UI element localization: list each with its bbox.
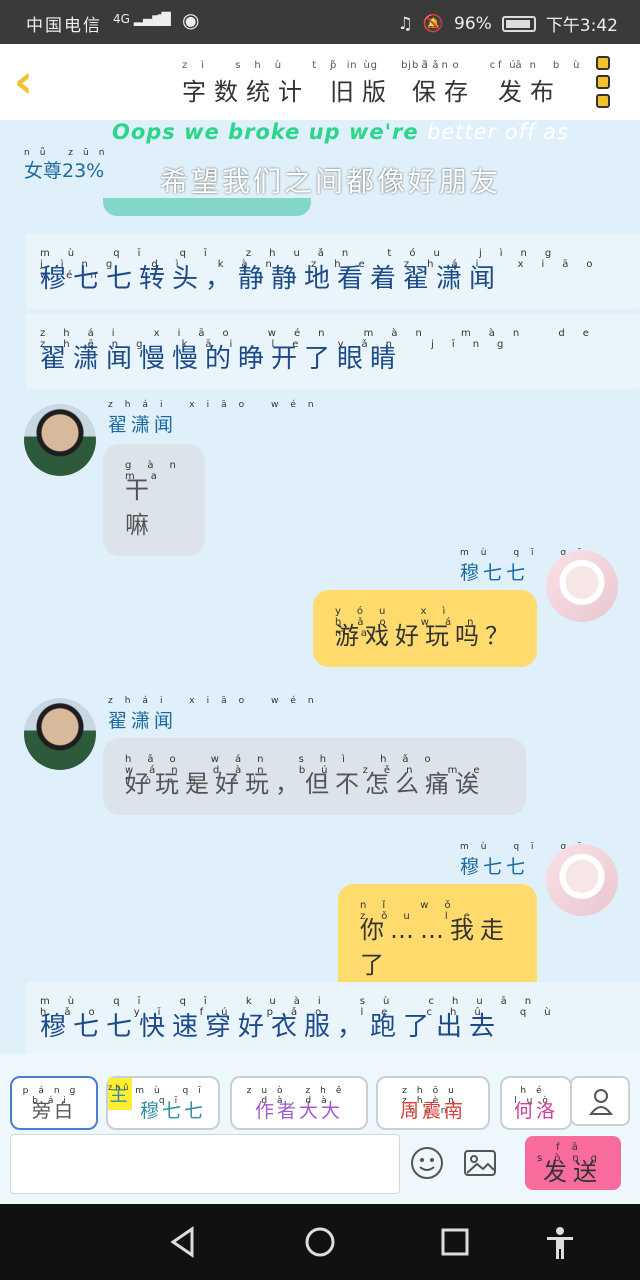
publish-button[interactable]: fā bù 发布 — [498, 60, 594, 107]
avatar[interactable] — [546, 550, 618, 622]
clock: 下午3:42 — [545, 16, 618, 36]
avatar[interactable] — [546, 844, 618, 916]
chat-bubble-left[interactable]: gàn ma 干嘛 — [103, 444, 205, 556]
more-menu-icon[interactable] — [596, 56, 612, 113]
network-type: 4G — [113, 12, 130, 26]
female-ratio-label: nǚ zūn 女尊23% — [24, 148, 115, 182]
lyric-overlay-line2: 希望我们之间都像好朋友 — [160, 165, 502, 198]
editor-toolbar: ‹ zì shù tǒng jì 字数统计 jiù bǎn 旧版 bǎo cún… — [0, 44, 640, 120]
back-chevron-icon[interactable]: ‹ — [14, 56, 54, 106]
home-circle-icon[interactable] — [304, 1226, 336, 1258]
send-button[interactable]: fā sòng 发送 — [525, 1136, 621, 1190]
wifi-icon: ◠ — [152, 8, 170, 32]
previous-bubble — [103, 198, 311, 216]
input-bar: fā sòng 发送 — [0, 1134, 640, 1204]
headphones-icon: ♫ — [397, 13, 413, 34]
battery-icon — [501, 15, 536, 32]
role-he-luo[interactable]: hé luò 何洛 — [500, 1076, 572, 1130]
user-icon[interactable] — [570, 1076, 630, 1126]
chat-area[interactable]: Oops we broke up we're better off as nǚ … — [0, 120, 640, 1054]
role-mu-qiqi[interactable]: zhǔ 主 mù qī qī 穆七七 — [106, 1076, 220, 1130]
role-selector-bar: páng bái 旁白 zhǔ 主 mù qī qī 穆七七 zuò zhě dà… — [0, 1054, 640, 1134]
lyric-overlay-line1: Oops we broke up we're better off as — [112, 120, 570, 144]
system-nav-bar — [0, 1204, 640, 1280]
mute-icon: 🔕 — [422, 13, 445, 34]
battery-percent: 96% — [454, 13, 492, 34]
sender-name: zhái xiāo wén 翟潇闻 — [108, 400, 326, 436]
chat-bubble-right[interactable]: yóu xì hǎo wán ma 游戏好玩吗？ — [313, 590, 537, 667]
sender-name: zhái xiāo wén 翟潇闻 — [108, 696, 326, 732]
narration-message[interactable]: mù qī qī zhuǎn tóu jìng jìng dì kàn zhe … — [26, 234, 640, 309]
globe-icon: ◉ — [182, 8, 200, 32]
recents-square-icon[interactable] — [440, 1226, 470, 1258]
message-input[interactable] — [10, 1134, 400, 1194]
role-narrator[interactable]: páng bái 旁白 — [10, 1076, 98, 1130]
avatar[interactable] — [24, 698, 96, 770]
chat-bubble-left[interactable]: hǎo wán shì hǎo wán dàn bú zěn me tòng e… — [103, 738, 526, 815]
role-zhou-zhennan[interactable]: zhōu zhèn nán 周震南 — [376, 1076, 490, 1130]
status-bar: 中国电信 4G ▂▄▆█ ◠ ◉ ♫ 🔕 96% 下午3:42 — [0, 0, 640, 44]
emoji-icon[interactable] — [410, 1146, 446, 1182]
main-role-badge: zhǔ 主 — [108, 1078, 132, 1110]
avatar[interactable] — [24, 404, 96, 476]
carrier-label: 中国电信 — [26, 16, 102, 36]
chat-bubble-right[interactable]: nǐ wǒ zǒu le 你……我走了 — [338, 884, 537, 996]
narration-message[interactable]: mù qī qī kuài sù chuān hǎo yī fú pǎo le … — [26, 982, 640, 1054]
image-icon[interactable] — [463, 1146, 499, 1182]
back-triangle-icon[interactable] — [168, 1226, 198, 1258]
role-author[interactable]: zuò zhě dà dà 作者大大 — [230, 1076, 368, 1130]
narration-message[interactable]: zhái xiāo wén màn màn de zhēng kāi le yǎ… — [26, 314, 640, 389]
accessibility-icon[interactable] — [544, 1226, 576, 1260]
